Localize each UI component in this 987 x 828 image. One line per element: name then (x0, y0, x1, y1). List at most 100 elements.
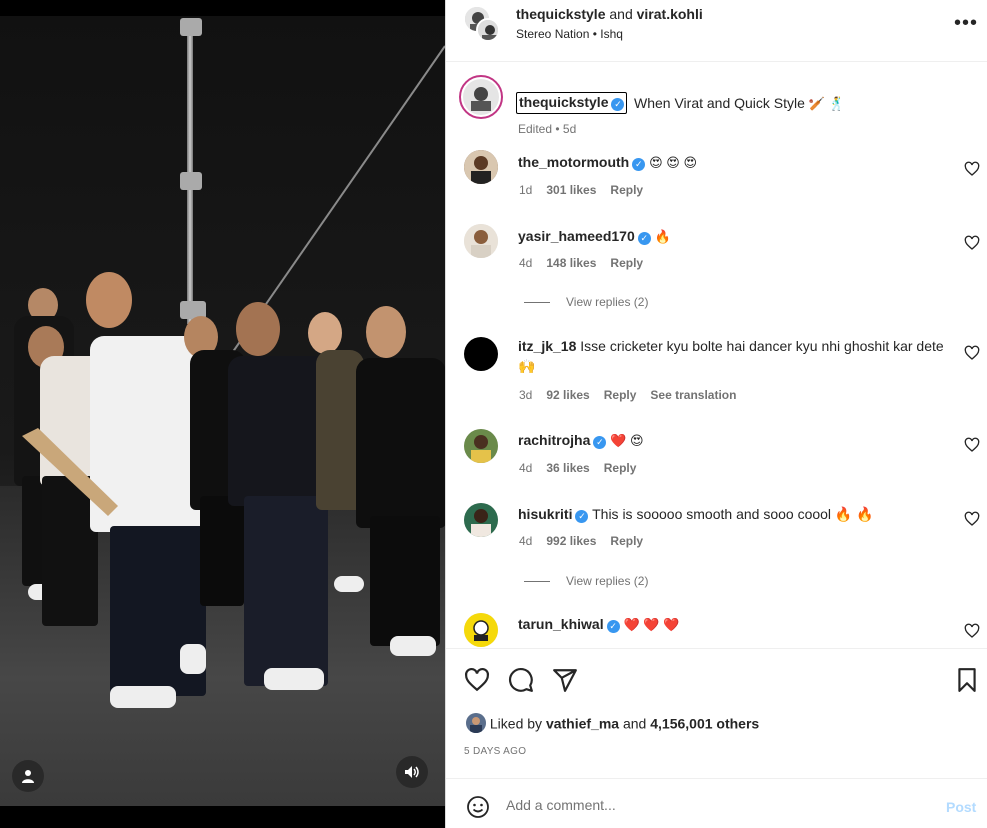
reply-button[interactable]: Reply (610, 183, 643, 197)
comment-row: hisukriti ✓ This is sooooo smooth and soo… (446, 500, 987, 590)
comment-text-line: the_motormouth ✓ 😍 😍 😍 (518, 152, 948, 173)
caption-row: thequickstyle ✓ When Virat and Quick Styl… (446, 74, 987, 136)
verified-icon: ✓ (575, 510, 589, 523)
comment-time[interactable]: 4d (519, 256, 532, 270)
share-icon[interactable] (552, 667, 578, 693)
comment-row: yasir_hameed170 ✓ 🔥 4d 148 likes Reply View… (446, 222, 987, 312)
collaborator-username[interactable]: virat.kohli (637, 6, 703, 22)
comment-row: itz_jk_18 Isse cricketer kyu bolte hai d… (446, 334, 987, 406)
comment-time[interactable]: 1d (519, 183, 532, 197)
comment-text-line: tarun_khiwal ✓ ❤️ ❤️ ❤️ (518, 614, 948, 635)
comment-text: This is sooooo smooth and sooo coool 🔥 🔥 (592, 506, 874, 522)
authors-joiner: and (609, 6, 633, 22)
caption-username[interactable]: thequickstyle ✓ (516, 92, 628, 114)
likes-count[interactable]: 4,156,001 others (650, 716, 759, 732)
comment-text: ❤️ ❤️ ❤️ (623, 617, 680, 632)
verified-icon: ✓ (593, 436, 607, 449)
comment-icon[interactable] (508, 667, 534, 693)
comment-likes[interactable]: 992 likes (546, 534, 596, 548)
reply-button[interactable]: Reply (604, 461, 637, 475)
verified-icon: ✓ (606, 620, 620, 633)
comment-time[interactable]: 3d (519, 388, 532, 402)
reply-button[interactable]: Reply (610, 256, 643, 270)
view-replies-button[interactable]: View replies (2) (524, 295, 648, 309)
comments-list[interactable]: thequickstyle ✓ When Virat and Quick Styl… (446, 62, 987, 648)
comment-likes[interactable]: 36 likes (546, 461, 589, 475)
post-media[interactable] (0, 0, 445, 828)
post-header: thequickstyle and virat.kohli Stereo Nat… (446, 0, 987, 62)
post-date[interactable]: 5 DAYS AGO (464, 746, 526, 757)
reply-button[interactable]: Reply (610, 534, 643, 548)
comment-username[interactable]: rachitrojha (518, 432, 590, 448)
likes-joiner: and (622, 715, 647, 732)
music-info[interactable]: Stereo Nation • Ishq (516, 27, 623, 41)
comment-avatar[interactable] (464, 337, 498, 371)
verified-icon: ✓ (611, 98, 625, 111)
video-frame[interactable] (0, 16, 445, 806)
comment-username[interactable]: the_motormouth (518, 154, 629, 170)
comment-username[interactable]: yasir_hameed170 (518, 228, 635, 244)
caption-text: When Virat and Quick Style 🏏 🕺 (634, 95, 845, 111)
comment-text: 😍 😍 😍 (649, 155, 697, 170)
heart-icon[interactable] (464, 667, 490, 693)
caption-avatar[interactable] (459, 75, 503, 119)
comment-avatar[interactable] (464, 613, 498, 647)
comment-username[interactable]: itz_jk_18 (518, 338, 576, 354)
verified-icon: ✓ (632, 158, 646, 171)
comment-meta: 1d 301 likes Reply (519, 183, 657, 197)
comment-meta: 4d 36 likes Reply (519, 461, 650, 475)
comment-avatar[interactable] (464, 503, 498, 537)
comment-meta: 4d 992 likes Reply (519, 534, 657, 548)
verified-icon: ✓ (637, 232, 651, 245)
comment-meta: 4d 148 likes Reply (519, 256, 657, 270)
comment-text: 🔥 (654, 229, 671, 244)
comment-time[interactable]: 4d (519, 534, 532, 548)
bookmark-icon[interactable] (954, 667, 980, 693)
post-actions: Liked by vathief_ma and 4,156,001 others… (446, 648, 987, 778)
user-tag-icon (22, 770, 34, 783)
more-options-button[interactable]: ••• (954, 13, 978, 33)
comment-avatar[interactable] (464, 224, 498, 258)
comment-text-line: yasir_hameed170 ✓ 🔥 (518, 226, 948, 247)
comment-avatar[interactable] (464, 150, 498, 184)
comment-likes[interactable]: 148 likes (546, 256, 596, 270)
more-icon: ••• (954, 12, 979, 34)
comment-avatar[interactable] (464, 429, 498, 463)
caption-edited: Edited • 5d (518, 122, 577, 136)
sound-icon (405, 766, 419, 778)
comment-likes[interactable]: 301 likes (546, 183, 596, 197)
comment-like-icon[interactable] (964, 623, 980, 639)
comment-row: rachitrojha ✓ ❤️ 😍 4d 36 likes Reply (446, 426, 987, 486)
sound-toggle-button[interactable] (396, 756, 428, 788)
liker-username[interactable]: vathief_ma (546, 716, 619, 732)
comment-like-icon[interactable] (964, 235, 980, 251)
comment-like-icon[interactable] (964, 345, 980, 361)
add-comment-input[interactable]: Add a comment... (506, 797, 616, 813)
comment-like-icon[interactable] (964, 161, 980, 177)
comment-like-icon[interactable] (964, 511, 980, 527)
emoji-icon[interactable] (466, 795, 490, 819)
comment-time[interactable]: 4d (519, 461, 532, 475)
author-username[interactable]: thequickstyle (516, 6, 605, 22)
post-comment-button[interactable]: Post (946, 799, 976, 815)
user-tag-button[interactable] (12, 760, 44, 792)
comment-meta: 3d 92 likes Reply See translation (519, 388, 750, 402)
comment-text-line: rachitrojha ✓ ❤️ 😍 (518, 430, 948, 451)
comment-like-icon[interactable] (964, 437, 980, 453)
post-authors: thequickstyle and virat.kohli (516, 6, 703, 22)
likes-summary: Liked by vathief_ma and 4,156,001 others (466, 713, 759, 735)
liker-avatar[interactable] (466, 713, 486, 733)
comment-likes[interactable]: 92 likes (546, 388, 589, 402)
post-details-panel: thequickstyle and virat.kohli Stereo Nat… (446, 0, 987, 828)
comment-text-line: itz_jk_18 Isse cricketer kyu bolte hai d… (518, 336, 948, 376)
likes-prefix: Liked by (489, 715, 543, 732)
see-translation-button[interactable]: See translation (650, 388, 736, 402)
add-comment-bar: Add a comment... Post (446, 778, 987, 828)
comment-text: ❤️ 😍 (610, 433, 644, 448)
comment-row: the_motormouth ✓ 😍 😍 😍 1d 301 likes Reply (446, 148, 987, 208)
comment-username[interactable]: tarun_khiwal (518, 616, 604, 632)
comment-username[interactable]: hisukriti (518, 506, 572, 522)
reply-button[interactable]: Reply (604, 388, 637, 402)
view-replies-button[interactable]: View replies (2) (524, 574, 648, 588)
collaborator-avatar[interactable] (476, 18, 500, 42)
